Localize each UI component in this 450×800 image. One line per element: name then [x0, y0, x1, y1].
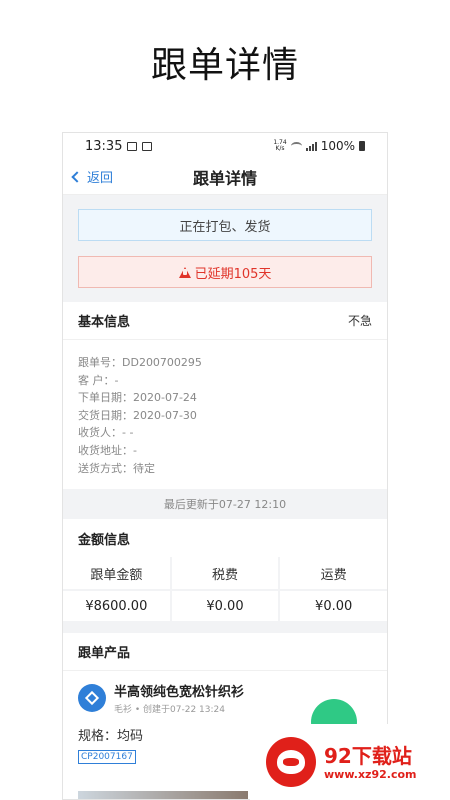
site-watermark: 92下载站 www.xz92.com: [250, 724, 450, 800]
back-button[interactable]: 返回: [71, 167, 114, 186]
delivery-address: 收货地址：-: [78, 443, 137, 457]
amount-value: ¥8600.00: [63, 589, 170, 621]
product-name: 半高领纯色宽松针织衫: [114, 685, 245, 701]
status-bar: 13:35 1.74 K/s 100%: [63, 133, 387, 159]
basic-info-title: 基本信息: [78, 315, 131, 330]
products-title: 跟单产品: [78, 646, 131, 662]
app-notification-icon: [142, 141, 153, 151]
amount-header: 金额信息: [63, 519, 387, 558]
amount-title: 金额信息: [78, 532, 131, 548]
signal-icon: [305, 141, 317, 151]
back-label: 返回: [87, 171, 114, 186]
product-meta: 毛衫 • 创建于07-22 13:24: [114, 705, 225, 716]
status-area: 正在打包、发货 已延期105天: [63, 195, 387, 302]
customer: 客 户：-: [78, 373, 119, 387]
products-header: 跟单产品: [63, 633, 387, 672]
amount-cell-order: 跟单金额 ¥8600.00: [63, 557, 170, 622]
last-updated: 最后更新于07-27 12:10: [63, 489, 387, 520]
chevron-left-icon: [71, 170, 83, 183]
shipping-label: 运费: [320, 567, 347, 583]
product-code-badge: CP2007167: [78, 750, 136, 765]
network-speed: 1.74 K/s: [273, 140, 286, 152]
consignee: 收货人：- -: [78, 426, 134, 440]
current-status-box: 正在打包、发货: [78, 209, 372, 241]
phone-screen: 13:35 1.74 K/s 100% 返回 跟单详情 正在打包、发货 已延期1…: [62, 132, 388, 800]
section-spacer: [63, 621, 387, 634]
warning-icon: [178, 266, 191, 278]
shipping-method: 送货方式：待定: [78, 461, 155, 475]
status-time: 13:35: [85, 138, 123, 154]
amount-cell-shipping: 运费 ¥0.00: [280, 557, 387, 622]
amount-grid: 跟单金额 ¥8600.00 税费 ¥0.00 运费 ¥0.00: [63, 557, 387, 622]
nav-bar: 返回 跟单详情: [63, 159, 387, 195]
battery-level: 100%: [320, 139, 355, 153]
basic-info-list: 跟单号：DD200700295 客 户：- 下单日期：2020-07-24 交货…: [63, 340, 387, 490]
amount-label: 跟单金额: [90, 567, 143, 583]
battery-icon: [359, 141, 365, 151]
overdue-warning: 已延期105天: [78, 256, 372, 288]
amount-cell-tax: 税费 ¥0.00: [171, 557, 279, 622]
network-speed-unit: K/s: [275, 145, 285, 152]
basic-info-header: 基本信息 不急: [63, 302, 387, 340]
tax-value: ¥0.00: [171, 589, 279, 621]
urgency-label[interactable]: 不急: [348, 312, 372, 329]
page-heading: 跟单详情: [150, 45, 299, 86]
image-notification-icon: [127, 141, 138, 151]
monkey-logo-icon: [266, 737, 316, 787]
tax-label: 税费: [211, 567, 238, 583]
product-category-icon: [78, 684, 106, 713]
order-date: 下单日期：2020-07-24: [78, 391, 197, 405]
wifi-icon: [290, 142, 302, 150]
watermark-url: www.xz92.com: [324, 767, 417, 781]
watermark-title: 92下载站: [324, 743, 412, 768]
shipping-value: ¥0.00: [280, 589, 387, 621]
order-number: 跟单号：DD200700295: [78, 356, 202, 369]
product-image[interactable]: [78, 791, 248, 799]
overdue-text: 已延期105天: [194, 266, 272, 282]
delivery-date: 交货日期：2020-07-30: [78, 408, 197, 422]
